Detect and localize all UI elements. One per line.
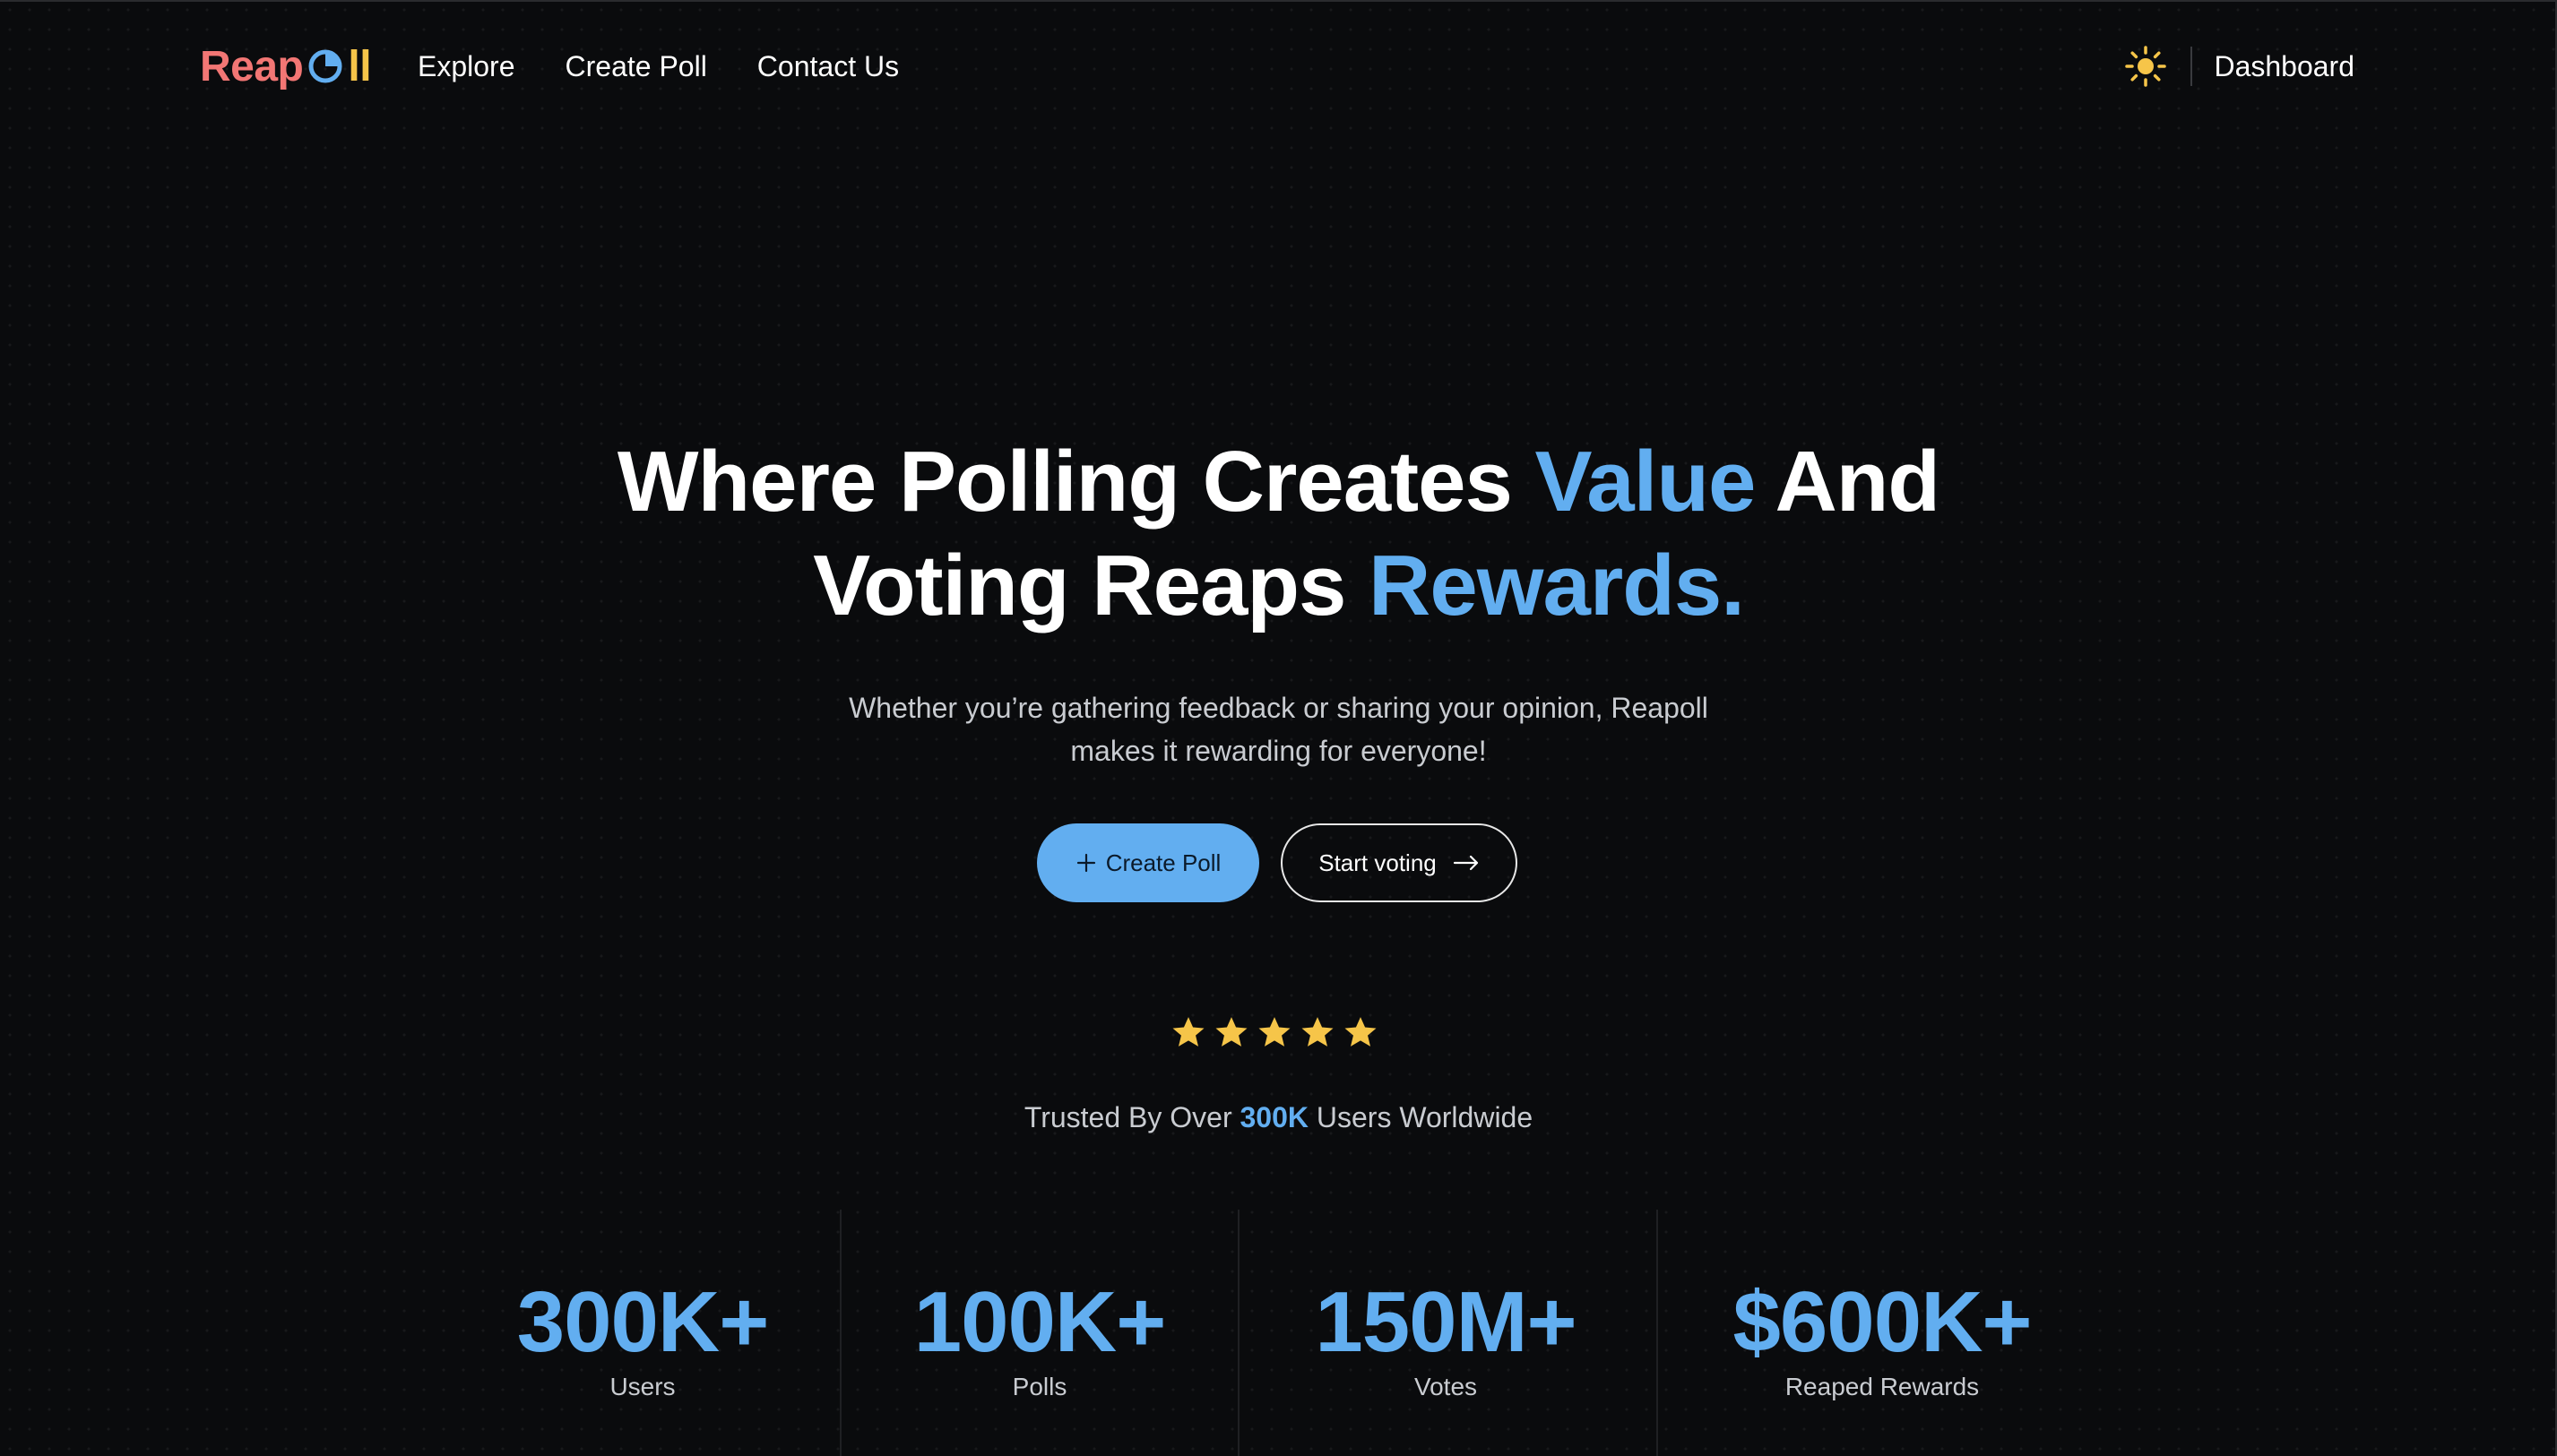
create-poll-button-label: Create Poll xyxy=(1105,849,1222,876)
stat-users: 300K+ Users xyxy=(481,1278,804,1403)
stat-divider xyxy=(1238,1210,1240,1456)
trusted-prefix: Trusted By Over xyxy=(1024,1101,1240,1133)
nav-links: Explore Create Poll Contact Us xyxy=(418,45,899,88)
sun-icon[interactable] xyxy=(2124,45,2167,88)
stat-value: 100K+ xyxy=(913,1274,1167,1370)
hero-title-line1-a: Where Polling Creates xyxy=(617,434,1535,530)
stat-divider xyxy=(840,1210,842,1456)
stats-section: 300K+ Users 100K+ Polls 150M+ Votes $600… xyxy=(0,1210,2557,1456)
trusted-by-text: Trusted By Over 300K Users Worldwide xyxy=(0,1098,2557,1137)
plus-icon xyxy=(1076,853,1095,873)
trusted-suffix: Users Worldwide xyxy=(1309,1101,1533,1133)
stat-polls: 100K+ Polls xyxy=(878,1278,1201,1403)
hero-title: Where Polling Creates Value And Voting R… xyxy=(0,430,2557,638)
start-voting-button-label: Start voting xyxy=(1318,849,1437,876)
hero-title-line1-b: And xyxy=(1755,434,1940,530)
start-voting-button[interactable]: Start voting xyxy=(1281,823,1517,902)
stat-label: Votes xyxy=(1413,1373,1478,1400)
hero-subtitle-line1: Whether you’re gathering feedback or sha… xyxy=(849,692,1708,724)
stat-label: Reaped Rewards xyxy=(1784,1373,1980,1400)
nav-link-create-poll[interactable]: Create Poll xyxy=(566,45,707,88)
hero-title-accent-value: Value xyxy=(1534,434,1757,530)
nav-link-contact-us[interactable]: Contact Us xyxy=(757,45,899,88)
stat-reaped-rewards: $600K+ Reaped Rewards xyxy=(1685,1278,2079,1403)
star-icon xyxy=(1215,1017,1248,1047)
create-poll-button[interactable]: Create Poll xyxy=(1037,823,1259,902)
star-icon xyxy=(1344,1017,1377,1047)
dashboard-link[interactable]: Dashboard xyxy=(2214,50,2354,83)
hero-title-line2-a: Voting Reaps xyxy=(813,538,1369,633)
star-icon xyxy=(1258,1017,1291,1047)
arrow-right-icon xyxy=(1453,855,1478,871)
hero-title-accent-rewards: Rewards. xyxy=(1369,538,1745,633)
stat-value: 300K+ xyxy=(516,1274,770,1370)
trusted-highlight: 300K xyxy=(1240,1101,1309,1133)
stat-votes: 150M+ Votes xyxy=(1284,1278,1607,1403)
stat-value: 150M+ xyxy=(1315,1274,1577,1370)
hero-subtitle-line2: makes it rewarding for everyone! xyxy=(1070,735,1487,767)
pie-chart-icon xyxy=(308,49,342,83)
rating-stars xyxy=(1170,1014,1379,1052)
stat-value: $600K+ xyxy=(1732,1274,2033,1370)
hero-subtitle: Whether you’re gathering feedback or sha… xyxy=(0,686,2557,772)
stat-label: Users xyxy=(609,1373,676,1400)
hero-actions: Create Poll Start voting xyxy=(1037,823,1517,902)
logo-text-reap: Reap xyxy=(200,42,304,90)
stat-divider xyxy=(1656,1210,1658,1456)
nav-link-explore[interactable]: Explore xyxy=(418,45,515,88)
brand-logo[interactable]: Reap ll xyxy=(200,41,372,91)
nav-actions: Dashboard xyxy=(2124,39,2354,93)
logo-text-ll: ll xyxy=(348,42,372,90)
star-icon xyxy=(1301,1017,1334,1047)
star-icon xyxy=(1172,1017,1205,1047)
stat-label: Polls xyxy=(1012,1373,1067,1400)
top-navigation: Reap ll Explore Create Poll Contact Us D… xyxy=(0,0,2557,133)
nav-divider xyxy=(2190,47,2193,86)
